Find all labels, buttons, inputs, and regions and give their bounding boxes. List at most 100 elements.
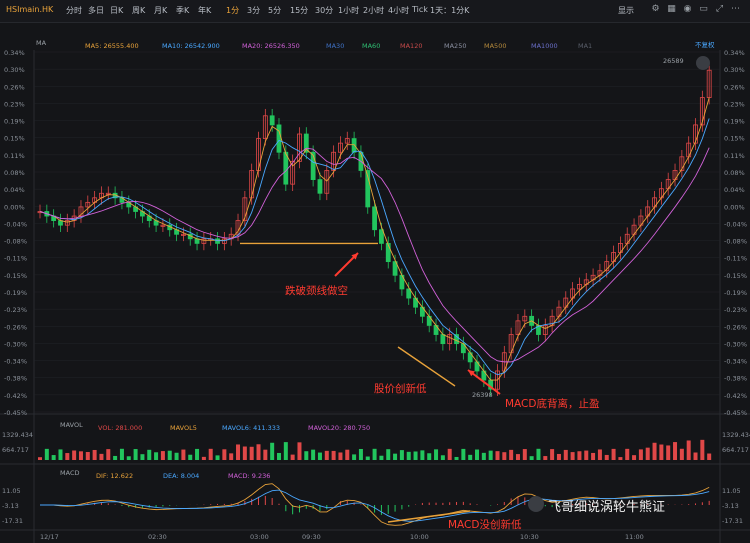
y-tick-label-right: 0.30%: [724, 66, 745, 74]
volume-bar: [72, 450, 77, 460]
volume-bar: [666, 445, 671, 460]
volume-bar: [536, 448, 541, 460]
y-tick-label: 0.08%: [4, 169, 25, 177]
volume-bar: [154, 452, 159, 460]
volume-bar: [215, 455, 220, 460]
volume-bar: [686, 440, 691, 460]
annotation-divergence: MACD底背离，止盈: [505, 398, 600, 410]
y-tick-label-right: 0.00%: [724, 203, 745, 211]
volume-bar: [591, 452, 596, 460]
candle-body: [385, 242, 391, 263]
volume-bar: [652, 442, 657, 460]
macd-tick-label: -17.31: [2, 517, 23, 525]
volume-bar: [434, 449, 439, 460]
y-tick-label-right: 0.26%: [724, 83, 745, 91]
vol-tick-label: 1329.434: [2, 431, 33, 439]
y-tick-label: 0.00%: [4, 203, 25, 211]
y-tick-label: 0.30%: [4, 66, 25, 74]
volume-bar: [673, 442, 678, 460]
y-tick-label: -0.26%: [4, 323, 27, 331]
volume-bar: [51, 455, 56, 460]
volume-bar: [693, 452, 698, 460]
volume-bar: [502, 452, 507, 460]
macd-tick-label-right: 11.05: [722, 487, 741, 495]
y-tick-label: -0.19%: [4, 289, 27, 297]
x-tick-label: 11:00: [625, 533, 644, 541]
volume-bar: [475, 449, 480, 460]
y-tick-label-right: -0.11%: [724, 255, 747, 263]
volume-bar: [78, 451, 83, 460]
volume-bar: [611, 448, 616, 460]
volume-bar: [659, 444, 664, 460]
volume-bar: [440, 455, 445, 460]
volume-bar: [324, 450, 329, 460]
macd-tick-label: 11.05: [2, 487, 21, 495]
x-tick-label: 02:30: [148, 533, 167, 541]
volume-bar: [604, 454, 609, 460]
candle-body: [372, 206, 377, 231]
volume-bar: [208, 448, 213, 460]
volume-bar: [195, 448, 200, 460]
y-tick-label-right: -0.04%: [724, 220, 747, 228]
candlestick-chart[interactable]: 0.34% 0.30% 0.26% 0.23% 0.19% 0.15% 0.11% 0.08%…: [0, 0, 750, 543]
vol-tick-label-right: 664.717: [722, 446, 749, 454]
volume-bar: [222, 449, 227, 460]
volume-bar: [263, 449, 268, 460]
y-tick-label-right: -0.26%: [724, 323, 747, 331]
volume-bar: [304, 451, 309, 460]
volume-bar: [297, 442, 302, 460]
high-label: 26589: [663, 57, 684, 65]
ma-line-1: [39, 118, 710, 376]
volume-bar: [44, 448, 49, 460]
volume-bar: [515, 454, 520, 460]
y-tick-label: -0.23%: [4, 306, 27, 314]
volume-bar: [352, 454, 357, 460]
volume-bar: [119, 448, 124, 460]
x-tick-label: 10:30: [520, 533, 539, 541]
y-tick-label: 0.11%: [4, 152, 25, 160]
volume-bar: [174, 452, 179, 460]
volume-bar: [249, 446, 254, 460]
volume-bar: [468, 454, 473, 460]
macd-tick-label-right: -3.13: [722, 502, 739, 510]
volume-bar: [597, 449, 602, 460]
volume-bar: [406, 451, 411, 460]
y-tick-label-right: 0.23%: [724, 100, 745, 108]
volume-bar: [126, 456, 131, 460]
volume-bar: [386, 449, 391, 460]
volume-bar: [700, 439, 705, 460]
x-tick-label: 03:00: [250, 533, 269, 541]
watermark: 飞哥细说涡轮牛熊证: [548, 500, 666, 515]
y-tick-label-right: 0.11%: [724, 152, 745, 160]
y-tick-label: -0.15%: [4, 272, 27, 280]
volume-bar: [338, 452, 343, 460]
volume-bar: [113, 455, 118, 460]
y-tick-label: -0.45%: [4, 409, 27, 417]
volume-bar: [85, 452, 90, 460]
wechat-icon: [528, 496, 544, 512]
volume-bar: [393, 453, 398, 460]
candle-body: [317, 179, 323, 194]
volume-bar: [379, 455, 384, 460]
volume-bar: [447, 448, 452, 460]
macd-tick-label-right: -17.31: [722, 517, 743, 525]
volume-bar: [522, 449, 527, 460]
volume-bar: [454, 456, 459, 460]
volume-bar: [133, 449, 138, 460]
candle-body: [351, 138, 357, 153]
volume-bar: [276, 452, 281, 460]
volume-bar: [92, 449, 97, 460]
y-tick-label-right: -0.08%: [724, 238, 747, 246]
volume-bar: [570, 452, 575, 460]
volume-bar: [372, 448, 377, 460]
x-tick-label: 12/17: [40, 533, 59, 541]
ma-line-0: [39, 97, 710, 381]
volume-bar: [543, 456, 548, 460]
x-tick-label: 09:30: [302, 533, 321, 541]
volume-bar: [147, 449, 152, 460]
candle-body: [215, 238, 220, 244]
volume-bar: [242, 446, 247, 460]
volume-bar: [632, 455, 637, 460]
y-tick-label-right: -0.15%: [724, 272, 747, 280]
volume-bar: [236, 444, 241, 460]
